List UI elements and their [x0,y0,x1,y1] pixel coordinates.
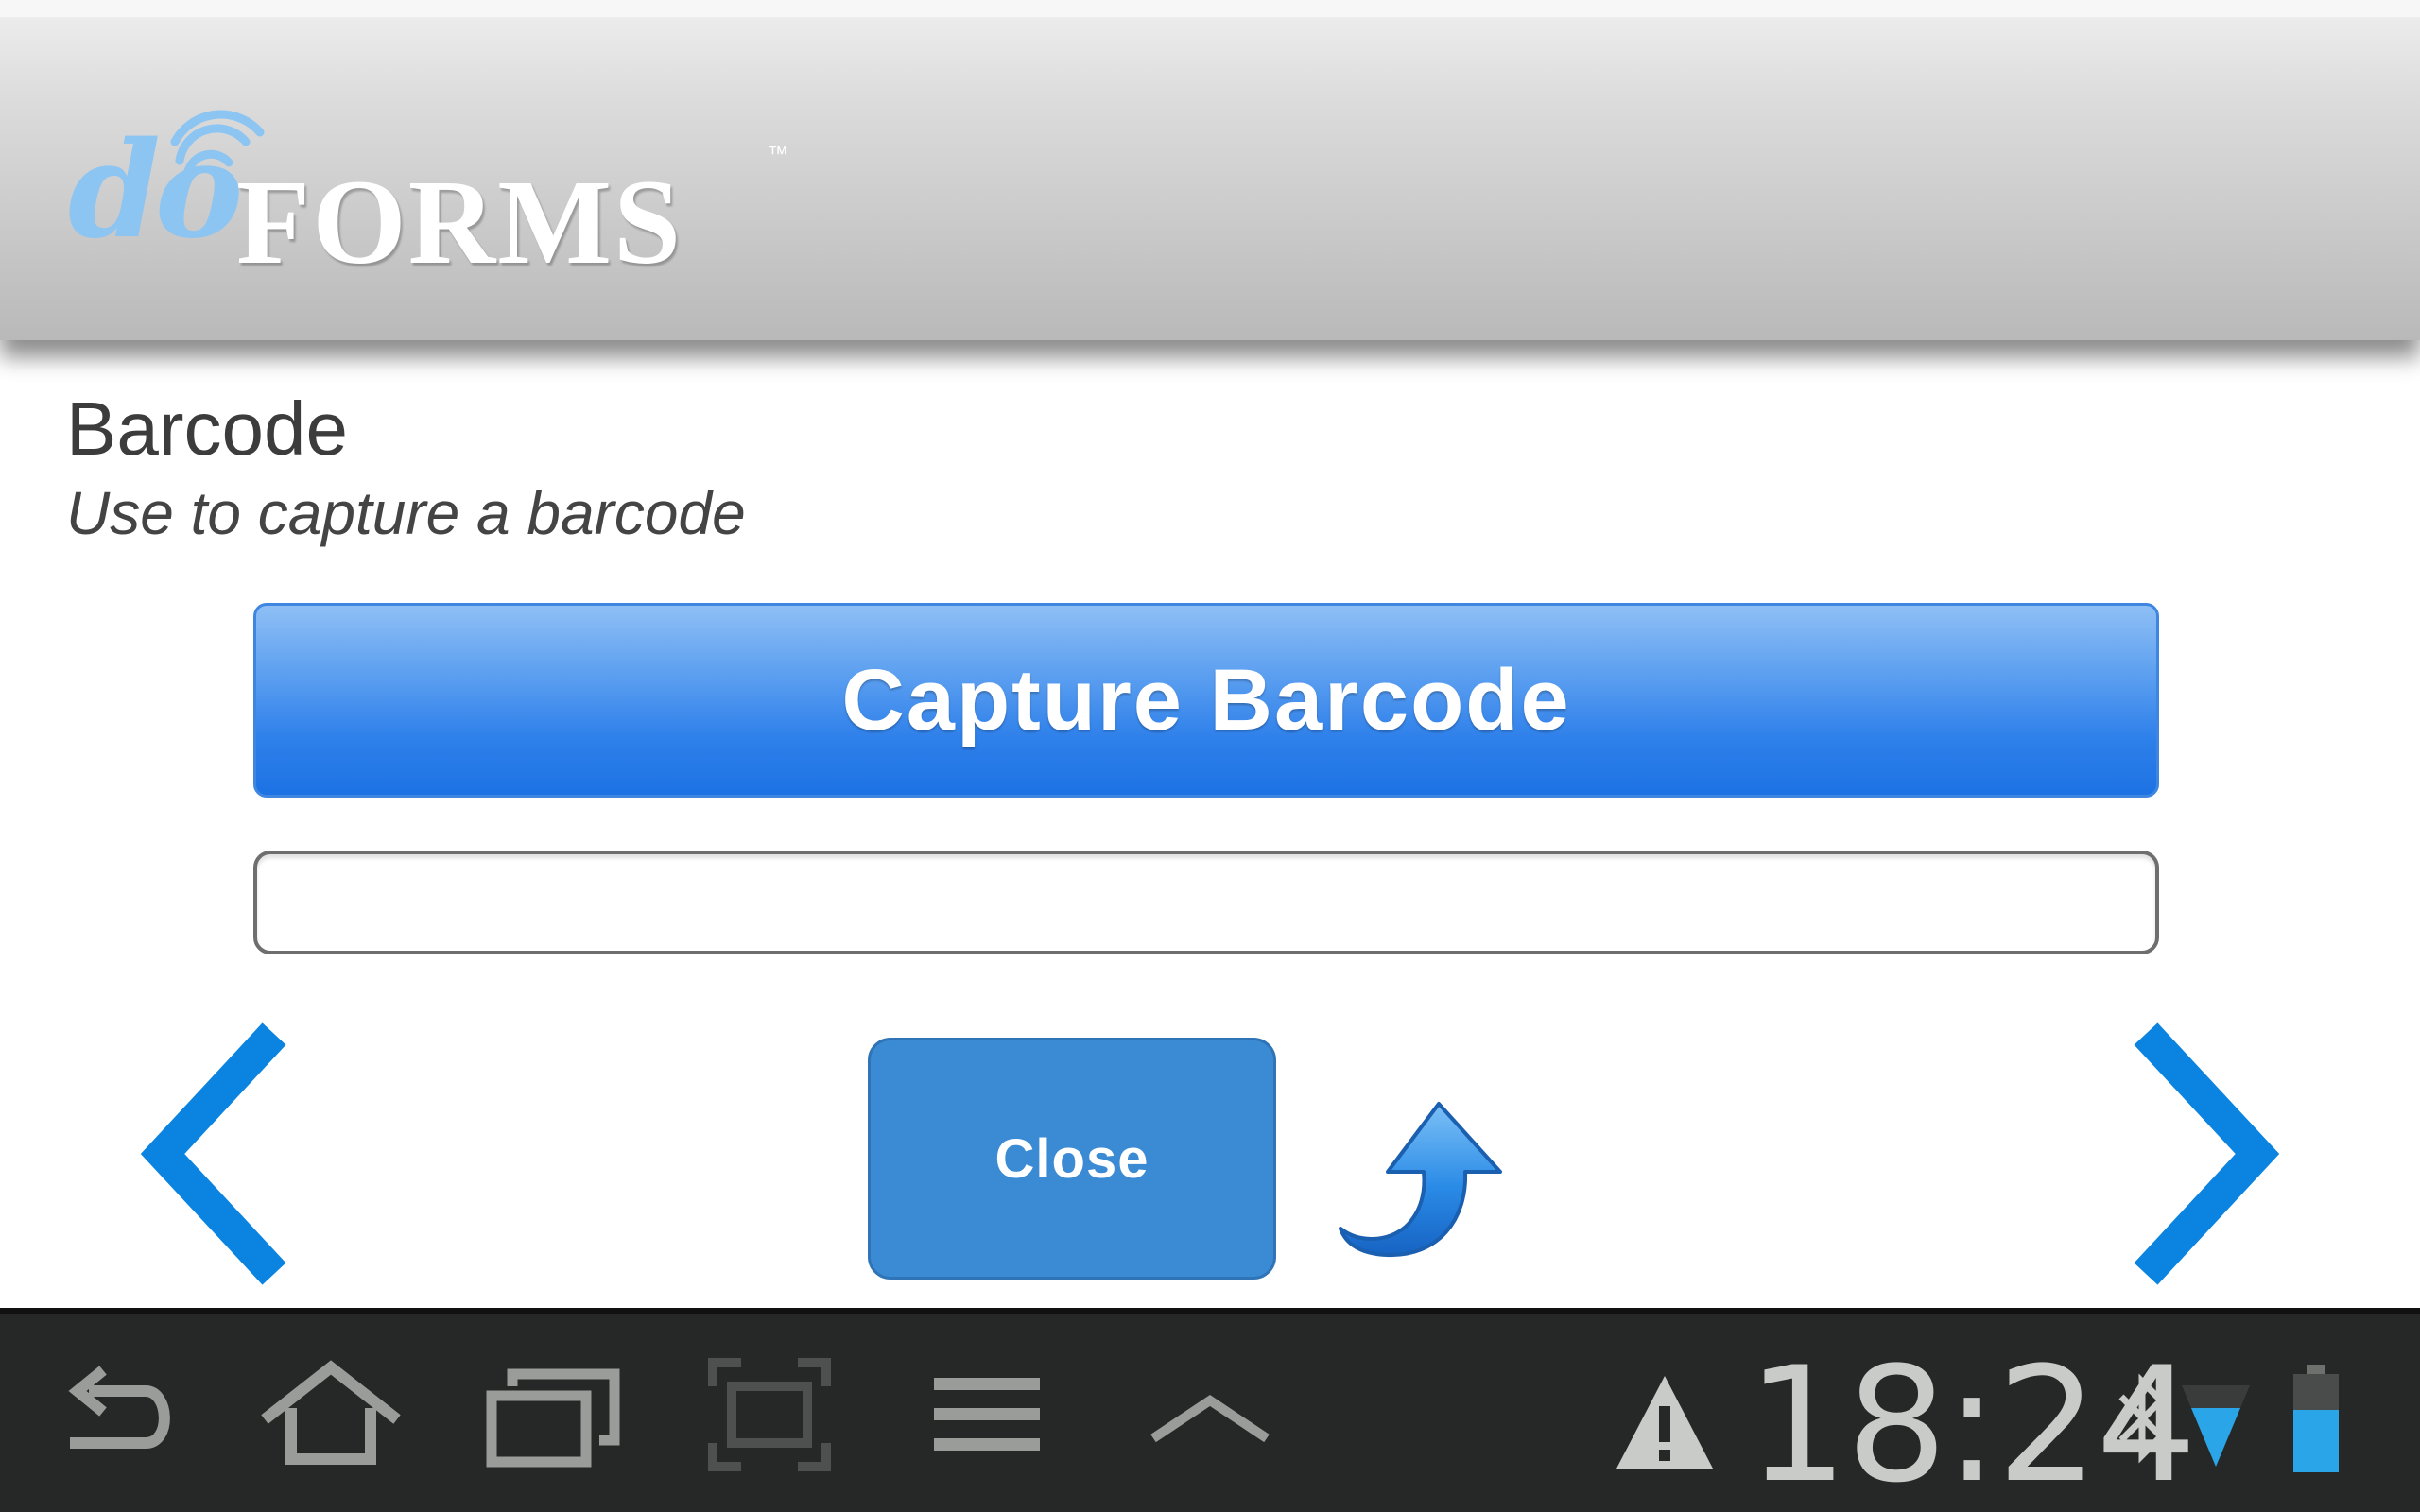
home-icon[interactable] [255,1353,406,1476]
menu-icon[interactable] [930,1353,1044,1476]
question-title: Barcode [66,387,348,471]
recent-apps-icon[interactable] [482,1353,624,1476]
question-hint: Use to capture a barcode [66,479,746,547]
app-header: do FORMS ™ [0,0,2420,340]
battery-icon [2293,1365,2339,1472]
app-screen: do FORMS ™ Barcode Use to capture a barc… [0,0,2420,1512]
close-button[interactable]: Close [868,1038,1276,1280]
return-arrow-icon[interactable] [1335,1096,1514,1266]
logo-do-text: do [68,113,243,268]
logo-forms-text: FORMS [236,155,683,289]
bluetooth-icon [2118,1373,2166,1464]
doforms-logo: do FORMS ™ [68,104,824,289]
chevron-right-icon[interactable] [2108,1017,2288,1291]
chevron-left-icon[interactable] [132,1017,312,1291]
chevron-up-icon[interactable] [1144,1353,1276,1476]
back-icon[interactable] [51,1353,183,1476]
capture-barcode-button[interactable]: Capture Barcode [253,603,2159,798]
warning-icon [1616,1376,1713,1469]
screenshot-icon[interactable] [703,1353,836,1476]
barcode-value-field[interactable] [253,850,2159,954]
wifi-icon [2182,1385,2250,1467]
logo-trademark: ™ [768,142,788,165]
